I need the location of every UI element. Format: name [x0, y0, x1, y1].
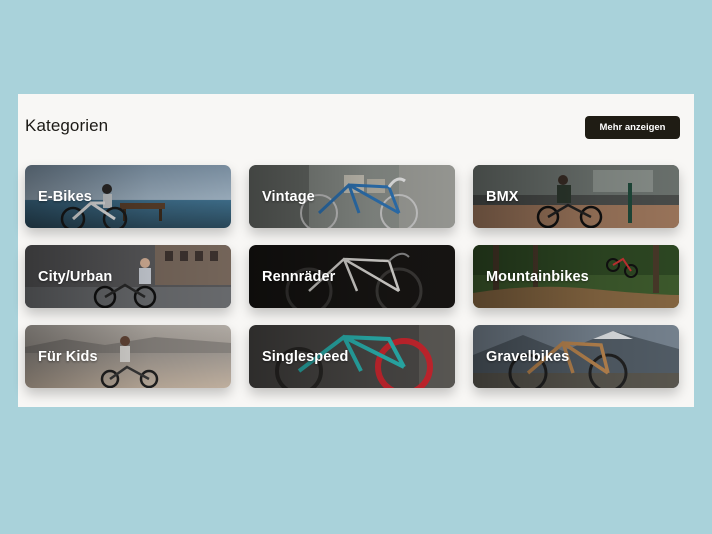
category-card-vintage[interactable]: Vintage [249, 165, 455, 228]
category-card-gravelbikes[interactable]: Gravelbikes [473, 325, 679, 388]
category-label: Mountainbikes [486, 268, 589, 285]
show-more-button[interactable]: Mehr anzeigen [585, 116, 680, 139]
categories-section: Kategorien Mehr anzeigen E-Bikes Vintage… [18, 94, 694, 407]
category-label: Rennräder [262, 268, 336, 285]
category-label: Singlespeed [262, 348, 349, 365]
category-label: City/Urban [38, 268, 113, 285]
category-label: Gravelbikes [486, 348, 570, 365]
category-card-fuer-kids[interactable]: Für Kids [25, 325, 231, 388]
category-label: BMX [486, 188, 519, 205]
category-card-e-bikes[interactable]: E-Bikes [25, 165, 231, 228]
category-card-city-urban[interactable]: City/Urban [25, 245, 231, 308]
category-card-rennraeder[interactable]: Rennräder [249, 245, 455, 308]
category-label: E-Bikes [38, 188, 92, 205]
section-title: Kategorien [25, 116, 109, 135]
category-label: Für Kids [38, 348, 98, 365]
category-card-singlespeed[interactable]: Singlespeed [249, 325, 455, 388]
category-card-bmx[interactable]: BMX [473, 165, 679, 228]
category-card-mountainbikes[interactable]: Mountainbikes [473, 245, 679, 308]
category-label: Vintage [262, 188, 315, 205]
